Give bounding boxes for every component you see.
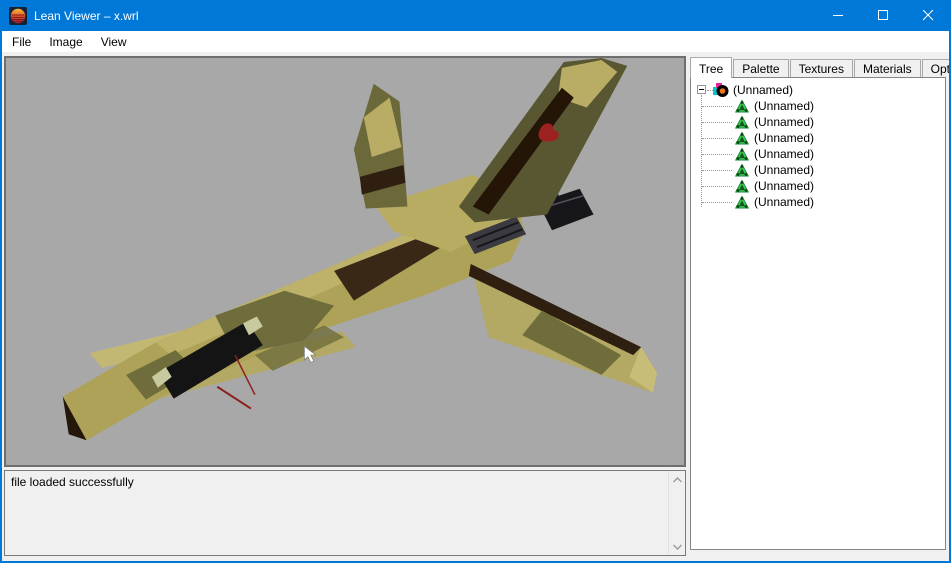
menu-view[interactable]: View [92, 32, 136, 52]
scene-tree[interactable]: (Unnamed) (Unnamed) (Unnamed [690, 77, 946, 550]
tree-connector [702, 154, 732, 155]
minimize-button[interactable] [816, 0, 861, 31]
status-scrollbar[interactable] [668, 471, 685, 555]
window-controls [816, 0, 951, 31]
tab-options[interactable]: Options [922, 59, 951, 77]
maximize-icon [878, 10, 889, 21]
tab-palette[interactable]: Palette [733, 59, 788, 77]
mesh-triangle-icon [735, 179, 749, 194]
tree-connector [702, 170, 732, 171]
model-viewport[interactable] [4, 56, 686, 467]
tree-row-root[interactable]: (Unnamed) [691, 82, 945, 98]
mesh-triangle-icon [735, 115, 749, 130]
tree-item-label[interactable]: (Unnamed) [754, 131, 814, 145]
tree-collapse-toggle[interactable] [697, 85, 706, 94]
close-icon [923, 10, 934, 21]
tree-connector [702, 122, 732, 123]
jet-right-fin [459, 58, 627, 222]
chevron-up-icon [673, 477, 682, 483]
tree-row[interactable]: (Unnamed) [691, 98, 945, 114]
scroll-up-button[interactable] [669, 471, 686, 488]
tab-tree[interactable]: Tree [690, 57, 732, 78]
chevron-down-icon [673, 544, 682, 550]
jet-left-fin [354, 84, 407, 209]
tree-connector [702, 186, 732, 187]
mesh-triangle-icon [735, 195, 749, 210]
tree-root-label[interactable]: (Unnamed) [733, 83, 793, 97]
tree-row[interactable]: (Unnamed) [691, 194, 945, 210]
app-logo-icon [9, 7, 27, 25]
maximize-button[interactable] [861, 0, 906, 31]
tree-item-label[interactable]: (Unnamed) [754, 195, 814, 209]
tree-item-label[interactable]: (Unnamed) [754, 99, 814, 113]
mesh-triangle-icon [735, 99, 749, 114]
mesh-triangle-icon [735, 163, 749, 178]
window-title: Lean Viewer – x.wrl [34, 9, 139, 23]
menu-bar: File Image View [2, 31, 949, 52]
tree-connector [702, 106, 732, 107]
right-panel: Tree Palette Textures Materials Options … [690, 56, 947, 552]
close-button[interactable] [906, 0, 951, 31]
app-window: Lean Viewer – x.wrl File Image View [0, 0, 951, 563]
tree-connector [702, 202, 732, 203]
tab-textures[interactable]: Textures [790, 59, 853, 77]
tree-row[interactable]: (Unnamed) [691, 178, 945, 194]
mesh-triangle-icon [735, 147, 749, 162]
minimize-icon [833, 10, 844, 21]
tab-materials[interactable]: Materials [854, 59, 921, 77]
menu-image[interactable]: Image [40, 32, 91, 52]
tree-row[interactable]: (Unnamed) [691, 130, 945, 146]
scene-node-icon [713, 82, 729, 98]
scroll-down-button[interactable] [669, 538, 686, 555]
titlebar[interactable]: Lean Viewer – x.wrl [0, 0, 951, 31]
status-log-box: file loaded successfully [4, 470, 686, 556]
tree-item-label[interactable]: (Unnamed) [754, 147, 814, 161]
tree-item-label[interactable]: (Unnamed) [754, 163, 814, 177]
jet-starboard-wing [469, 264, 657, 393]
tree-row[interactable]: (Unnamed) [691, 162, 945, 178]
tree-row[interactable]: (Unnamed) [691, 146, 945, 162]
status-message: file loaded successfully [11, 475, 134, 489]
tree-connector [702, 138, 732, 139]
tree-item-label[interactable]: (Unnamed) [754, 115, 814, 129]
tab-strip: Tree Palette Textures Materials Options [690, 56, 951, 77]
mesh-triangle-icon [735, 131, 749, 146]
tree-item-label[interactable]: (Unnamed) [754, 179, 814, 193]
jet-model-render [6, 58, 684, 465]
tree-row[interactable]: (Unnamed) [691, 114, 945, 130]
menu-file[interactable]: File [3, 32, 40, 52]
